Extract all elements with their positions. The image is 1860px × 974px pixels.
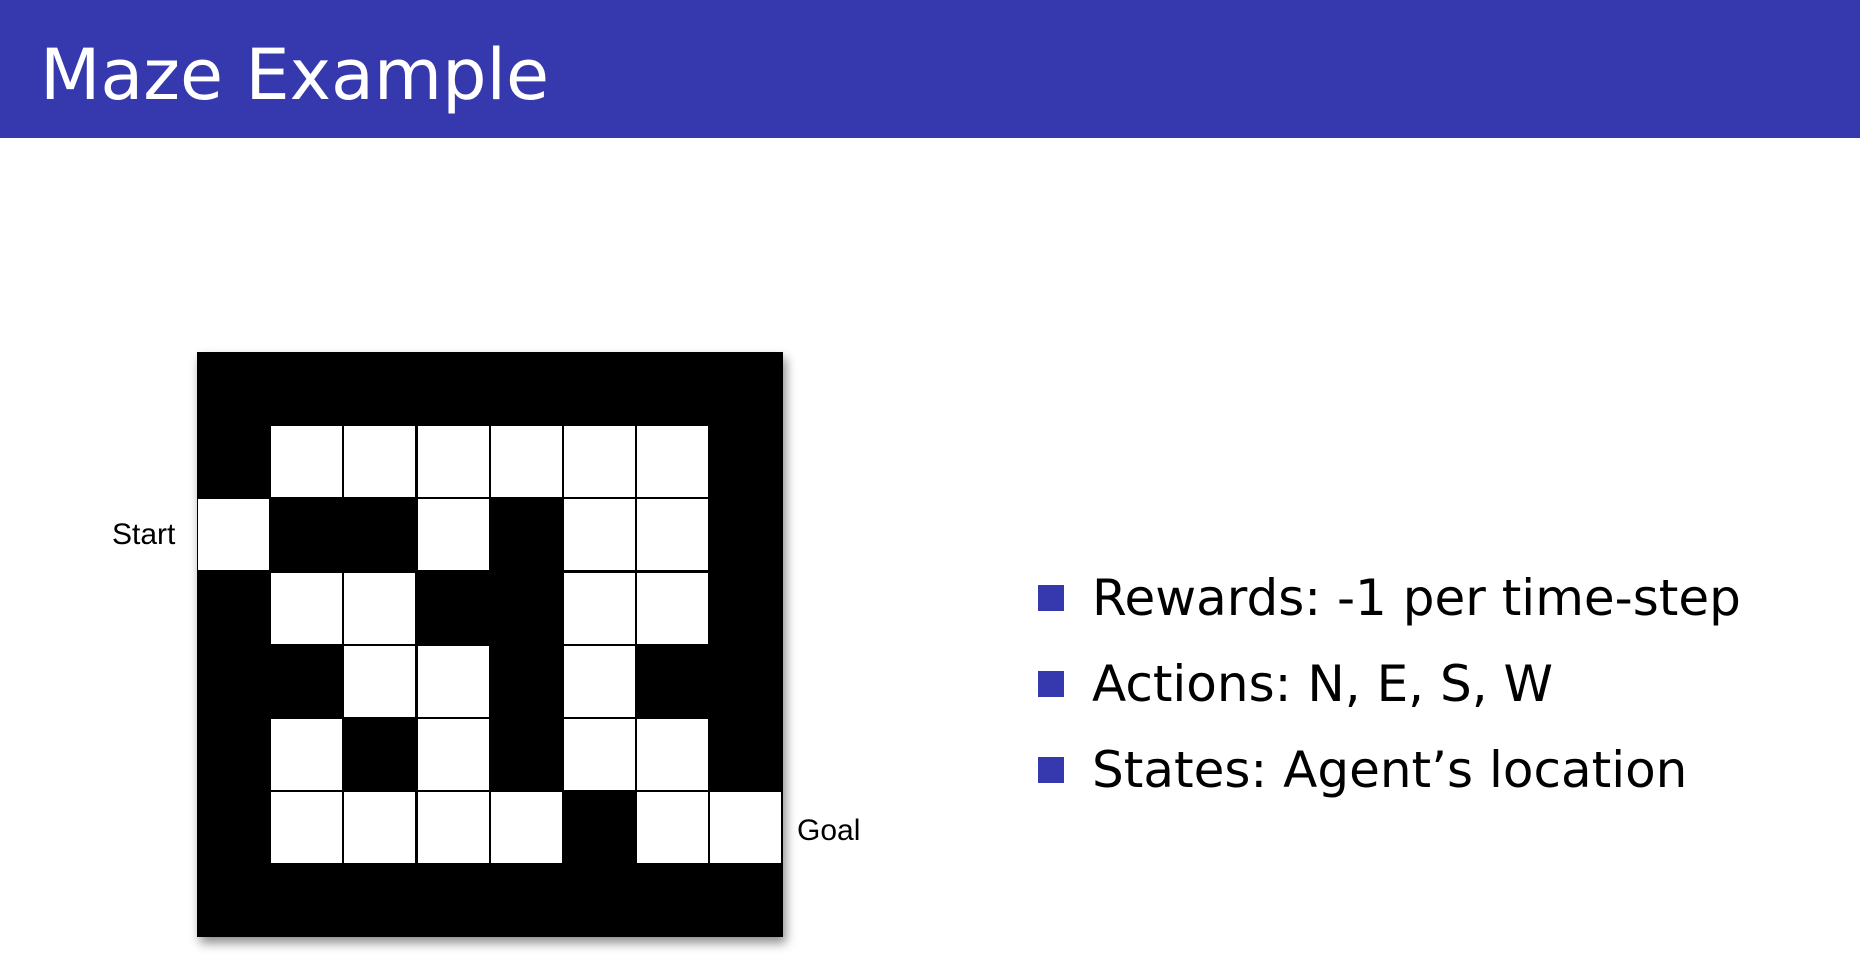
- maze-open-cell: [417, 718, 490, 791]
- maze-open-cell: [636, 425, 709, 498]
- start-label: Start: [112, 518, 176, 551]
- maze-open-cell: [270, 718, 343, 791]
- bullet-item-actions: Actions: N, E, S, W: [1038, 641, 1741, 727]
- maze-open-cell: [343, 791, 416, 864]
- maze-open-cell: [417, 425, 490, 498]
- maze-open-cell: [343, 645, 416, 718]
- maze-open-cell: [636, 572, 709, 645]
- maze-open-cell: [563, 425, 636, 498]
- maze-open-cell: [270, 425, 343, 498]
- maze-open-cell: [417, 791, 490, 864]
- square-bullet-icon: [1038, 757, 1064, 783]
- maze-open-cell: [343, 425, 416, 498]
- maze-open-cell: [563, 645, 636, 718]
- maze-open-cell: [417, 645, 490, 718]
- maze-open-cell: [563, 572, 636, 645]
- maze-open-cell: [270, 572, 343, 645]
- maze-grid: [197, 352, 783, 937]
- maze-open-cell: [343, 572, 416, 645]
- bullet-item-rewards: Rewards: -1 per time-step: [1038, 555, 1741, 641]
- maze-open-cell: [636, 498, 709, 571]
- square-bullet-icon: [1038, 585, 1064, 611]
- maze-open-cell: [636, 718, 709, 791]
- bullet-text: States: Agent’s location: [1092, 741, 1688, 799]
- maze-open-cell: [417, 498, 490, 571]
- bullet-text: Actions: N, E, S, W: [1092, 655, 1553, 713]
- maze-open-cell: [563, 498, 636, 571]
- bullet-text: Rewards: -1 per time-step: [1092, 569, 1741, 627]
- square-bullet-icon: [1038, 671, 1064, 697]
- maze-open-cell: [197, 498, 270, 571]
- maze-open-cell: [490, 425, 563, 498]
- title-bar: Maze Example: [0, 0, 1860, 138]
- goal-label: Goal: [797, 814, 861, 847]
- slide-title: Maze Example: [40, 34, 550, 116]
- bullet-item-states: States: Agent’s location: [1038, 727, 1741, 813]
- maze-open-cell: [709, 791, 782, 864]
- maze-open-cell: [636, 791, 709, 864]
- maze-open-cell: [563, 718, 636, 791]
- maze-open-cell: [490, 791, 563, 864]
- maze-open-cell: [270, 791, 343, 864]
- bullet-list: Rewards: -1 per time-step Actions: N, E,…: [1038, 555, 1741, 813]
